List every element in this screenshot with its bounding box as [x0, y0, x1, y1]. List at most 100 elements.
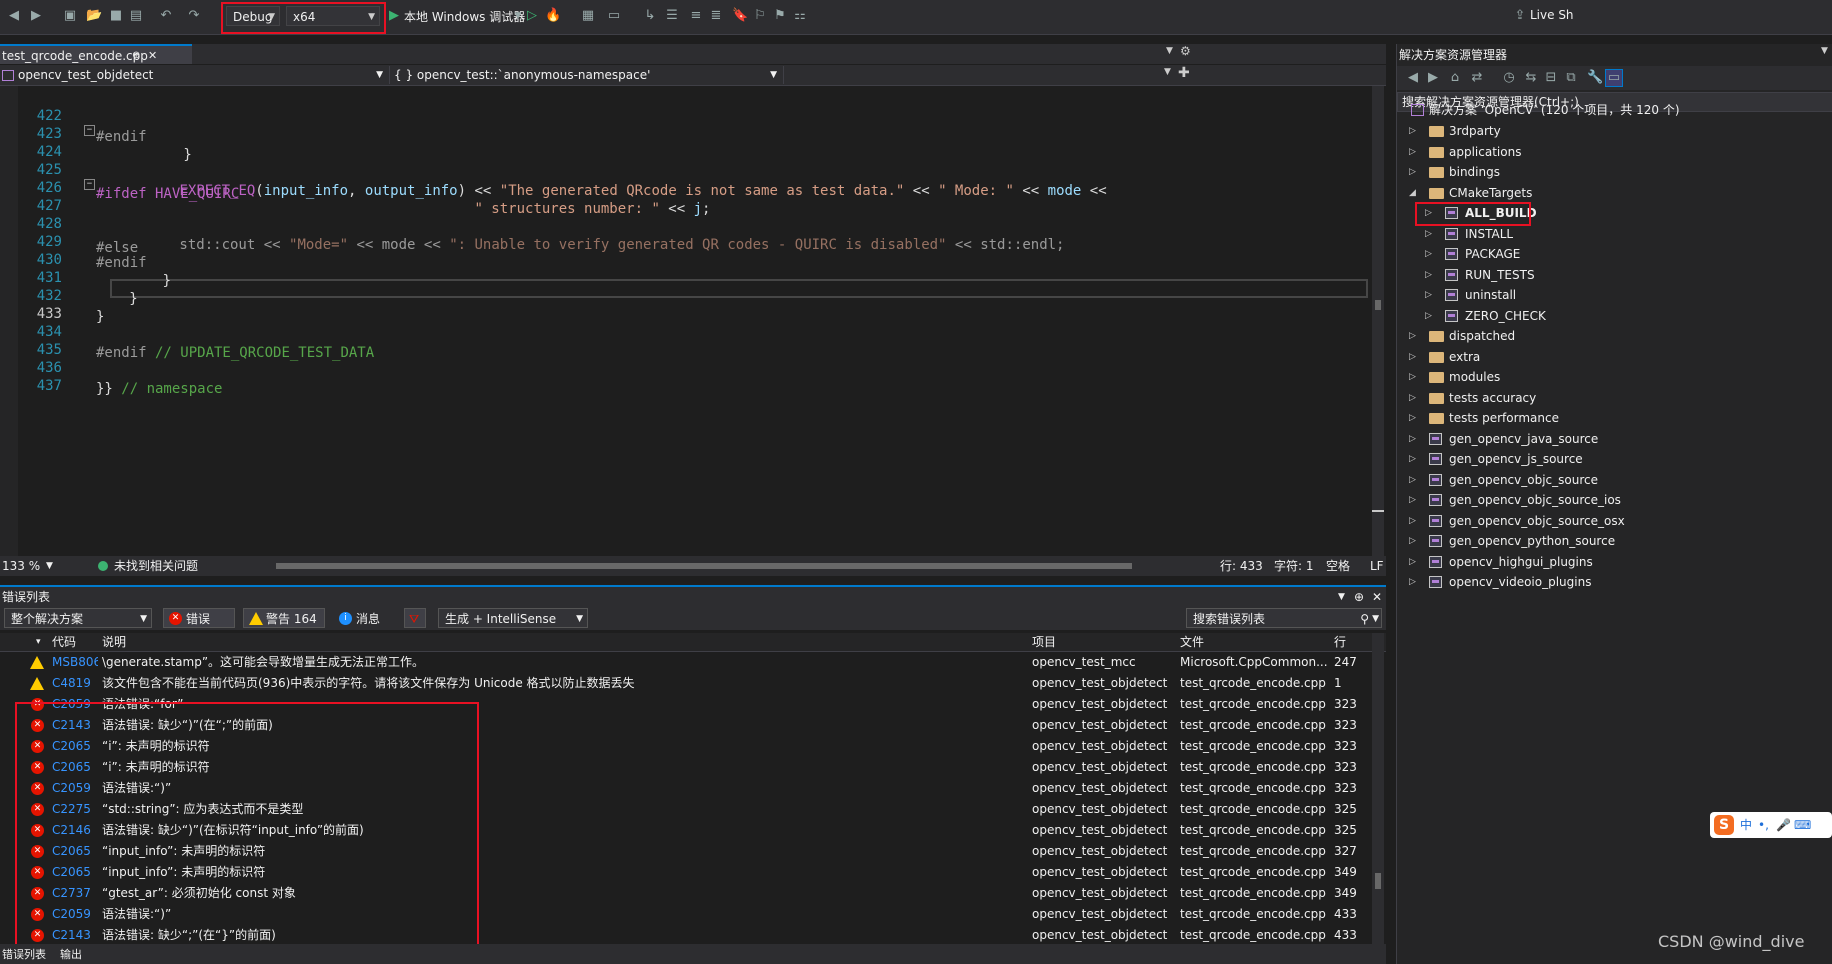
collapsed-arrow-icon[interactable]: ▷ — [1425, 203, 1435, 223]
collapsed-arrow-icon[interactable]: ▷ — [1425, 224, 1435, 244]
forward-icon[interactable]: ▶ — [1425, 70, 1441, 86]
col-file[interactable]: 文件 — [1180, 633, 1204, 651]
tab-error-list[interactable]: 错误列表 — [2, 948, 46, 962]
save-icon[interactable]: ■ — [108, 8, 124, 24]
error-row[interactable]: ✕ C2059 语法错误:“for” opencv_test_objdetect tes… — [0, 694, 1370, 715]
format-icon[interactable]: ☰ — [664, 8, 680, 24]
collapsed-arrow-icon[interactable]: ▷ — [1409, 470, 1419, 490]
messages-filter-button[interactable]: i 消息 0 — [333, 608, 397, 646]
chevron-down-icon[interactable]: ▼ — [1821, 46, 1828, 56]
error-code[interactable]: C2059 — [52, 694, 98, 715]
next-bookmark-icon[interactable]: ⚑ — [772, 8, 788, 24]
whitespace-indicator[interactable]: 空格 — [1326, 556, 1350, 576]
debugger-button[interactable]: 本地 Windows 调试器 — [404, 8, 525, 25]
start-debug-icon[interactable]: ▶ — [386, 8, 402, 24]
solution-explorer-icon[interactable]: ▦ — [580, 8, 596, 24]
scope-dropdown[interactable]: 整个解决方案 ▼ — [4, 608, 152, 628]
error-row[interactable]: ✕ C2143 语法错误: 缺少“)”(在“;”的前面) opencv_test_ob… — [0, 715, 1370, 736]
error-code[interactable]: MSB806 — [52, 652, 98, 673]
save-all-icon[interactable]: ▤ — [128, 8, 144, 24]
collapsed-arrow-icon[interactable]: ▷ — [1425, 285, 1435, 305]
error-row[interactable]: ✕ C2737 “gtest_ar”: 必须初始化 const 对象 opencv_t… — [0, 883, 1370, 904]
back-icon[interactable]: ◀ — [1405, 70, 1421, 86]
collapsed-arrow-icon[interactable]: ▷ — [1409, 142, 1419, 162]
col-description[interactable]: 说明 — [102, 633, 126, 651]
col-code[interactable]: 代码 — [52, 633, 76, 651]
scroll-thumb[interactable] — [1375, 300, 1381, 310]
redo-icon[interactable]: ↷ — [186, 8, 202, 24]
error-row[interactable]: C4819 该文件包含不能在当前代码页(936)中表示的字符。请将该文件保存为 U… — [0, 673, 1370, 694]
collapsed-arrow-icon[interactable]: ▷ — [1409, 490, 1419, 510]
member-scope-dropdown[interactable]: { } opencv_test::`anonymous-namespace' ▼ — [392, 66, 784, 84]
show-all-files-icon[interactable]: ⧉ — [1563, 70, 1579, 86]
config-select[interactable]: Debug ▼ — [226, 6, 280, 26]
step-icon[interactable]: ↳ — [642, 8, 658, 24]
close-icon[interactable]: ✕ — [1372, 587, 1382, 607]
collapsed-arrow-icon[interactable]: ▷ — [1425, 244, 1435, 264]
start-without-debug-icon[interactable]: ▷ — [524, 8, 540, 24]
eol-indicator[interactable]: LF — [1370, 556, 1384, 576]
chevron-down-icon[interactable]: ▼ — [46, 556, 53, 576]
collapsed-arrow-icon[interactable]: ▷ — [1409, 531, 1419, 551]
keyboard-icon[interactable]: ⌨ — [1794, 812, 1811, 838]
pin-icon[interactable]: ⊕ — [1354, 587, 1364, 607]
error-code[interactable]: C2065 — [52, 841, 98, 862]
pin-icon[interactable]: ⊕ — [132, 46, 140, 66]
collapsed-arrow-icon[interactable]: ▷ — [1409, 326, 1419, 346]
collapsed-arrow-icon[interactable]: ▷ — [1425, 306, 1435, 326]
prev-bookmark-icon[interactable]: ⚐ — [752, 8, 768, 24]
chevron-down-icon[interactable]: ▼ — [1338, 587, 1345, 607]
platform-select[interactable]: x64 ▼ — [286, 6, 380, 26]
error-code[interactable]: C2065 — [52, 757, 98, 778]
error-row[interactable]: ✕ C2059 语法错误:“)” opencv_test_objdetect test_… — [0, 778, 1370, 799]
editor-vertical-scrollbar[interactable] — [1372, 86, 1384, 556]
error-row[interactable]: ✕ C2065 “input_info”: 未声明的标识符 opencv_test_o… — [0, 862, 1370, 883]
warnings-filter-button[interactable]: 警告 164 — [243, 608, 325, 628]
col-line[interactable]: 行 — [1334, 633, 1346, 651]
window-layout-icon[interactable]: ▭ — [606, 8, 622, 24]
error-code[interactable]: C2065 — [52, 736, 98, 757]
sync-icon[interactable]: ⇆ — [1523, 70, 1539, 86]
collapsed-arrow-icon[interactable]: ▷ — [1409, 388, 1419, 408]
collapsed-arrow-icon[interactable]: ▷ — [1409, 121, 1419, 141]
uncomment-icon[interactable]: ≣ — [708, 8, 724, 24]
switch-views-icon[interactable]: ⇄ — [1469, 70, 1485, 86]
error-code[interactable]: C2143 — [52, 925, 98, 944]
hot-reload-icon[interactable]: 🔥 — [545, 8, 561, 24]
ime-toolbar[interactable]: S 中 •, 🎤 ⌨ — [1710, 812, 1832, 838]
open-file-icon[interactable]: 📂 — [86, 8, 102, 24]
error-list-scrollbar[interactable] — [1372, 633, 1384, 944]
tab-test-qrcode-encode[interactable]: test_qrcode_encode.cpp ⊕ ✕ — [0, 44, 192, 64]
ime-punct[interactable]: •, — [1758, 812, 1769, 838]
collapsed-arrow-icon[interactable]: ▷ — [1425, 265, 1435, 285]
editor-horizontal-scrollbar[interactable] — [276, 563, 1132, 569]
code-editor[interactable]: 422 #endif 423 } 424 − #ifdef HAVE_QUIRC… — [0, 86, 1370, 556]
error-row[interactable]: ✕ C2065 “i”: 未声明的标识符 opencv_test_objdetect t… — [0, 736, 1370, 757]
collapsed-arrow-icon[interactable]: ▷ — [1409, 511, 1419, 531]
collapsed-arrow-icon[interactable]: ▷ — [1409, 429, 1419, 449]
collapse-icon[interactable]: − — [84, 179, 95, 190]
expanded-arrow-icon[interactable]: ◢ — [1409, 183, 1419, 203]
error-code[interactable]: C2146 — [52, 820, 98, 841]
char-indicator[interactable]: 字符: 1 — [1274, 556, 1314, 576]
error-search-input[interactable]: 搜索错误列表 ⚲ ▼ — [1186, 608, 1382, 628]
scroll-thumb[interactable] — [1375, 873, 1381, 889]
collapse-icon[interactable]: − — [84, 125, 95, 136]
tab-overflow-icon[interactable]: ▼ — [1166, 46, 1173, 56]
tab-output[interactable]: 输出 — [60, 948, 82, 962]
close-icon[interactable]: ✕ — [148, 46, 157, 66]
collapsed-arrow-icon[interactable]: ▷ — [1409, 572, 1419, 592]
error-code[interactable]: C2059 — [52, 904, 98, 925]
collapsed-arrow-icon[interactable]: ▷ — [1409, 162, 1419, 182]
home-icon[interactable]: ⌂ — [1447, 70, 1463, 86]
collapsed-arrow-icon[interactable]: ▷ — [1409, 449, 1419, 469]
filter-button[interactable]: ⛛ — [404, 608, 426, 628]
undo-icon[interactable]: ↶ — [158, 8, 174, 24]
error-code[interactable]: C2059 — [52, 778, 98, 799]
bookmark-icon[interactable]: 🔖 — [732, 8, 748, 24]
live-share-button[interactable]: Live Sh — [1530, 8, 1574, 22]
ime-lang[interactable]: 中 — [1740, 812, 1752, 838]
col-project[interactable]: 项目 — [1032, 633, 1056, 651]
pending-changes-icon[interactable]: ◷ — [1501, 70, 1517, 86]
errors-filter-button[interactable]: ✕ 错误 13 — [163, 608, 235, 646]
